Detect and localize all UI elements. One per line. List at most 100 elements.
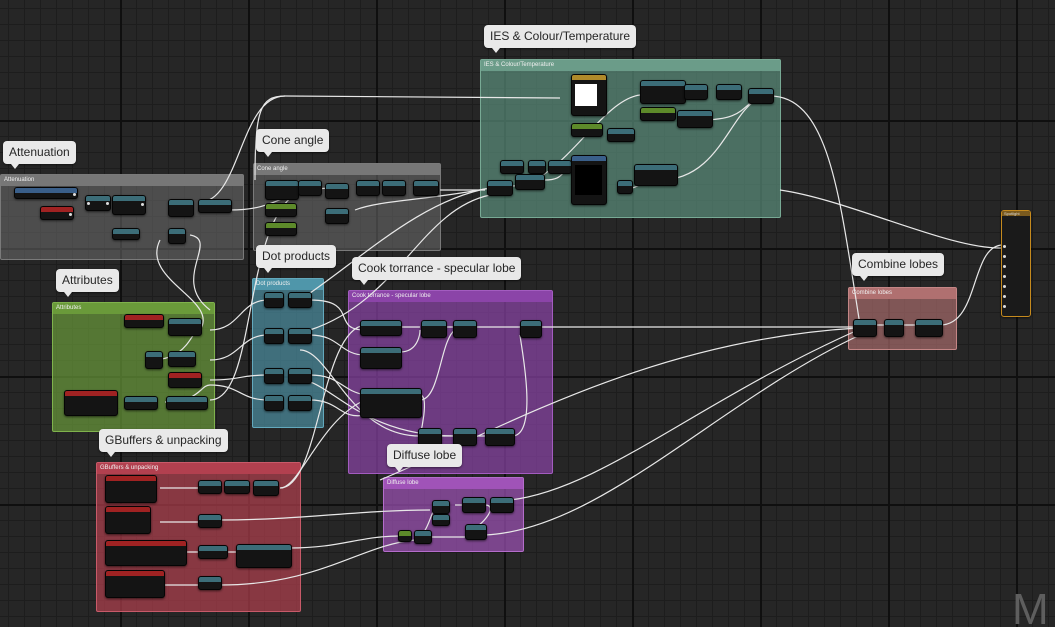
- node-scene-texture-base-colour[interactable]: [105, 540, 187, 566]
- node-normalize-normal[interactable]: [166, 396, 208, 410]
- node-inner-cone[interactable]: [265, 203, 297, 217]
- node-diffuse-constant[interactable]: [398, 530, 412, 542]
- input-pin[interactable]: [1003, 245, 1006, 248]
- comment-bubble-dot-products[interactable]: Dot products: [256, 245, 337, 273]
- comment-bubble-attenuation[interactable]: Attenuation: [3, 141, 76, 169]
- node-object-orientation[interactable]: [124, 314, 164, 328]
- node-diffuse-divide[interactable]: [465, 524, 487, 540]
- node-light-colour[interactable]: [571, 74, 607, 116]
- node-ies-append[interactable]: [487, 180, 513, 196]
- node-diffuse-multiply-b[interactable]: [490, 497, 514, 513]
- output-pin[interactable]: [106, 202, 109, 205]
- node-world-position[interactable]: [14, 187, 78, 199]
- node-camera-vector-ws[interactable]: [168, 372, 202, 388]
- input-pin[interactable]: [1003, 265, 1006, 268]
- node-cosine[interactable]: [325, 183, 349, 199]
- node-scene-texture-ambient-occlusion[interactable]: [105, 570, 165, 598]
- node-transform-a[interactable]: [500, 160, 524, 174]
- node-transform-b[interactable]: [528, 160, 546, 174]
- node-dot-nh[interactable]: [264, 328, 284, 344]
- node-max-denominator[interactable]: [485, 428, 515, 446]
- node-material-result[interactable]: Spotlight: [1001, 210, 1031, 317]
- node-light-intensity[interactable]: [640, 107, 676, 121]
- node-fresnel-schlick[interactable]: [360, 347, 402, 369]
- output-pin[interactable]: [73, 193, 76, 196]
- node-subtract[interactable]: [85, 195, 111, 211]
- node-mask-base-colour[interactable]: [198, 545, 228, 559]
- node-diffuse-lerp[interactable]: [414, 530, 432, 544]
- node-scene-texture-world-normal[interactable]: [64, 390, 118, 416]
- input-pin[interactable]: [1003, 305, 1006, 308]
- node-diffuse-one-minus[interactable]: [432, 514, 450, 526]
- comment-bubble-cook-torrance[interactable]: Cook torrance - specular lobe: [352, 257, 522, 285]
- node-multiply-dfg-a[interactable]: [421, 320, 447, 338]
- node-vector-length[interactable]: [112, 195, 146, 215]
- node-multiply-ies-a[interactable]: [716, 84, 742, 100]
- node-saturate-nv[interactable]: [288, 395, 312, 411]
- node-multiply-dfg-b[interactable]: [453, 320, 477, 338]
- node-divide-specular[interactable]: [520, 320, 542, 338]
- node-subtract-cone[interactable]: [325, 208, 349, 224]
- node-normalize-camera[interactable]: [168, 351, 196, 367]
- node-multiply-intensity[interactable]: [677, 110, 713, 128]
- node-combine-multiply[interactable]: [884, 319, 904, 337]
- node-diffuse-multiply-a[interactable]: [462, 497, 486, 513]
- node-mask-ao[interactable]: [198, 576, 222, 590]
- node-scene-texture-metallic[interactable]: [105, 506, 151, 534]
- node-unpack-base-colour[interactable]: [236, 544, 292, 568]
- node-saturate-nl[interactable]: [288, 292, 312, 308]
- node-multiply-roughness[interactable]: [253, 480, 279, 496]
- comment-bubble-cone-angle[interactable]: Cone angle: [256, 129, 330, 157]
- node-multiply[interactable]: [168, 199, 194, 217]
- node-saturate-cone[interactable]: [382, 180, 406, 196]
- comment-bubble-gbuffers[interactable]: GBuffers & unpacking: [99, 429, 228, 457]
- node-ies-normalize[interactable]: [515, 174, 545, 190]
- comment-bubble-attributes[interactable]: Attributes: [56, 269, 119, 297]
- node-mask-rgb[interactable]: [124, 396, 158, 410]
- input-pin[interactable]: [87, 202, 90, 205]
- node-outer-cone[interactable]: [265, 222, 297, 236]
- node-dot-nl[interactable]: [264, 292, 284, 308]
- node-combine-add[interactable]: [853, 319, 877, 337]
- output-pin[interactable]: [69, 213, 72, 216]
- node-lerp-ies[interactable]: [617, 180, 633, 194]
- comment-bubble-combine-lobes[interactable]: Combine lobes: [852, 253, 945, 281]
- input-pin[interactable]: [1003, 275, 1006, 278]
- node-spot-direction[interactable]: [265, 180, 299, 200]
- comment-bubble-ies-colour-temperature[interactable]: IES & Colour/Temperature: [484, 25, 637, 53]
- node-saturate-nh[interactable]: [288, 328, 312, 344]
- node-saturate-vh[interactable]: [288, 368, 312, 384]
- comment-bubble-diffuse-lobe[interactable]: Diffuse lobe: [387, 444, 463, 472]
- node-blackbody[interactable]: [607, 128, 635, 142]
- node-inverse-square[interactable]: [198, 199, 232, 213]
- node-geometry-smith[interactable]: [360, 388, 422, 418]
- node-divide[interactable]: [112, 228, 140, 240]
- node-distribution-ggx[interactable]: [360, 320, 402, 336]
- node-scene-texture-roughness[interactable]: [105, 475, 157, 503]
- input-pin[interactable]: [1003, 295, 1006, 298]
- node-dot-nv[interactable]: [264, 395, 284, 411]
- output-pin[interactable]: [141, 203, 144, 206]
- node-transform-c[interactable]: [548, 160, 572, 174]
- node-multiply-cone[interactable]: [413, 180, 439, 196]
- node-multiply-ies-b[interactable]: [748, 88, 774, 104]
- node-diffuse-add[interactable]: [432, 500, 450, 514]
- node-normalize-attr[interactable]: [168, 318, 202, 336]
- node-use-temperature[interactable]: [640, 80, 686, 104]
- node-camera-vector[interactable]: [145, 351, 163, 369]
- node-multiply-colour[interactable]: [684, 84, 708, 100]
- node-mask-metallic[interactable]: [198, 514, 222, 528]
- node-dot-vh[interactable]: [264, 368, 284, 384]
- node-mask-roughness[interactable]: [198, 480, 222, 494]
- input-pin[interactable]: [1003, 255, 1006, 258]
- input-pin[interactable]: [1003, 285, 1006, 288]
- node-saturate[interactable]: [168, 228, 186, 244]
- node-divide-cone[interactable]: [356, 180, 380, 196]
- node-dot[interactable]: [298, 180, 322, 196]
- node-ies-texture[interactable]: [571, 155, 607, 205]
- node-combine-multiply-ao[interactable]: [915, 319, 943, 337]
- node-actor-position[interactable]: [40, 206, 74, 220]
- material-graph-canvas[interactable]: Attenuation Cone angle IES & Colour/Temp…: [0, 0, 1055, 627]
- node-temperature[interactable]: [571, 123, 603, 137]
- node-use-ies[interactable]: [634, 164, 678, 186]
